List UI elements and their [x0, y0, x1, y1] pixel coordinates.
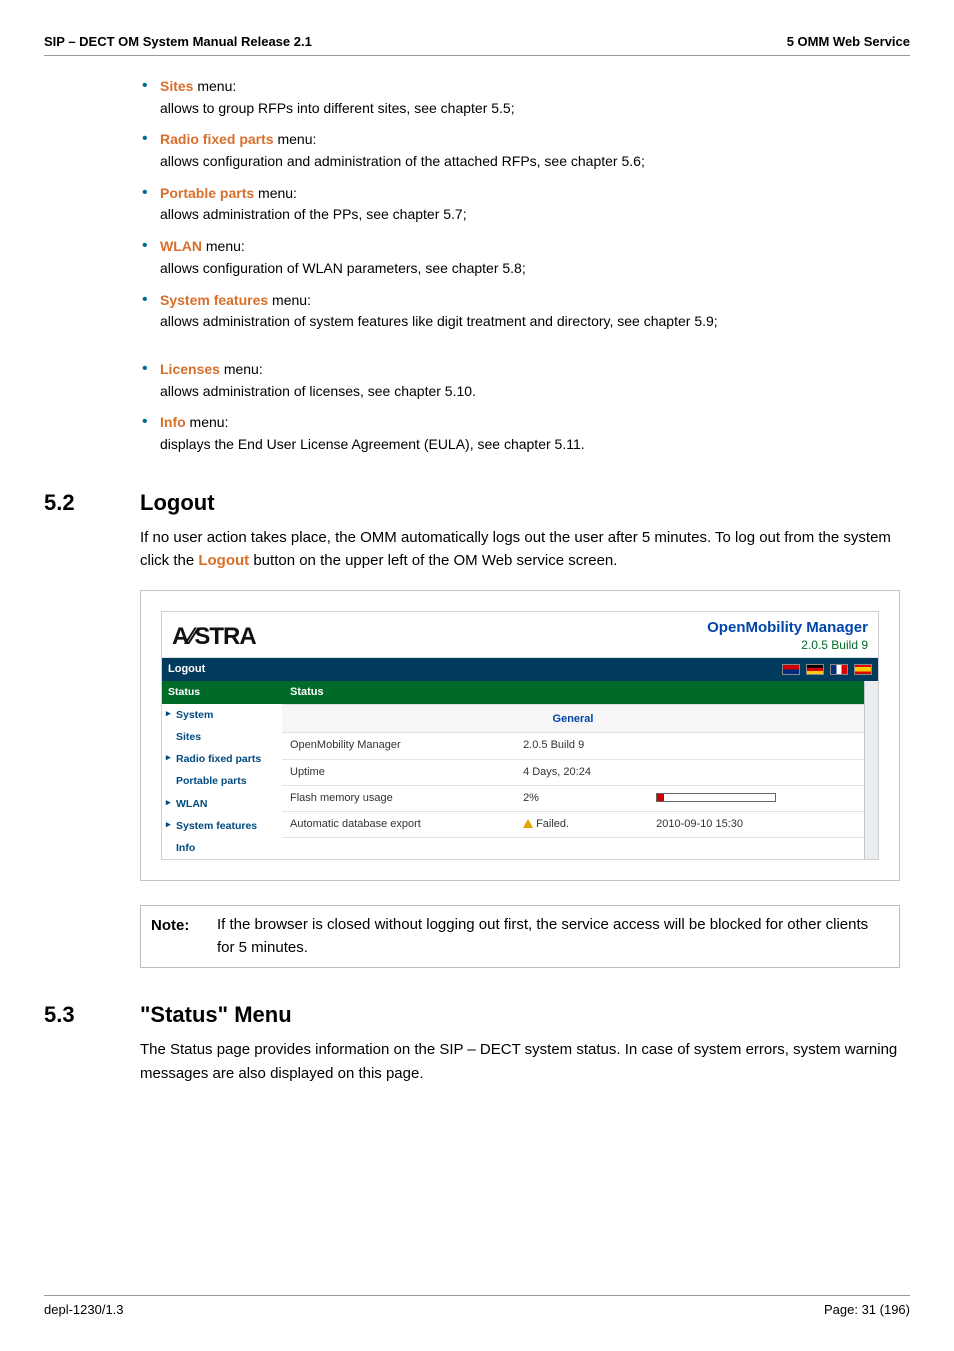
warning-icon [523, 819, 533, 828]
table-row: Uptime4 Days, 20:24 [282, 759, 864, 785]
section-5-2-heading: 5.2 Logout [44, 490, 910, 516]
aastra-logo: A∕∕STRA [172, 618, 256, 655]
section-5-2-body: If no user action takes place, the OMM a… [44, 526, 910, 969]
menu-list-1: Sites menu:allows to group RFPs into dif… [140, 76, 900, 333]
header-right: 5 OMM Web Service [787, 34, 910, 49]
menu-desc: allows to group RFPs into different site… [160, 100, 515, 116]
shot-sidebar: Status System Sites Radio fixed parts Po… [162, 681, 282, 859]
menu-desc: allows administration of the PPs, see ch… [160, 206, 467, 222]
nav-wlan[interactable]: WLAN [162, 793, 282, 815]
nav-rfp[interactable]: Radio fixed parts [162, 748, 282, 770]
menu-desc: allows configuration and administration … [160, 153, 645, 169]
nav-sites[interactable]: Sites [162, 726, 282, 748]
section-5-3-heading: 5.3 "Status" Menu [44, 1002, 910, 1028]
omm-version: 2.0.5 Build 9 [801, 638, 868, 652]
section-title: "Status" Menu [140, 1002, 292, 1028]
list-item: Licenses menu:allows administration of l… [140, 359, 900, 402]
nav-pp[interactable]: Portable parts [162, 770, 282, 792]
nav-info[interactable]: Info [162, 837, 282, 859]
scrollbar[interactable] [864, 681, 878, 859]
table-row: Automatic database exportFailed.2010-09-… [282, 811, 864, 837]
menu-desc: allows administration of licenses, see c… [160, 383, 476, 399]
nav-system-features[interactable]: System features [162, 815, 282, 837]
list-item: Sites menu:allows to group RFPs into dif… [140, 76, 900, 119]
omm-screenshot: A∕∕STRA OpenMobility Manager 2.0.5 Build… [161, 611, 879, 860]
general-section-title: General [282, 704, 864, 733]
shot-main: Status General OpenMobility Manager2.0.5… [282, 681, 864, 859]
menu-term: System features [160, 292, 268, 308]
list-item: Info menu:displays the End User License … [140, 412, 900, 455]
progress-bar [656, 793, 776, 802]
menu-desc: allows administration of system features… [160, 313, 718, 329]
page-header: SIP – DECT OM System Manual Release 2.1 … [44, 34, 910, 56]
active-arrow-icon [282, 681, 292, 701]
flag-fr-icon[interactable] [830, 664, 848, 675]
menu-term: Sites [160, 78, 193, 94]
header-left: SIP – DECT OM System Manual Release 2.1 [44, 34, 312, 49]
omm-title: OpenMobility Manager 2.0.5 Build 9 [707, 620, 868, 653]
table-row: OpenMobility Manager2.0.5 Build 9 [282, 733, 864, 759]
nav-system[interactable]: System [162, 704, 282, 726]
menu-term: Radio fixed parts [160, 131, 274, 147]
note-box: Note: If the browser is closed without l… [140, 905, 900, 968]
flag-uk-icon[interactable] [782, 664, 800, 675]
note-label: Note: [141, 906, 217, 967]
status-table: OpenMobility Manager2.0.5 Build 9 Uptime… [282, 733, 864, 837]
flag-es-icon[interactable] [854, 664, 872, 675]
table-row: Flash memory usage2% [282, 785, 864, 811]
language-flags [779, 661, 872, 678]
shot-topbar: Logout [162, 658, 878, 681]
logout-link[interactable]: Logout [168, 661, 205, 678]
menu-term: Licenses [160, 361, 220, 377]
list-item: Portable parts menu:allows administratio… [140, 183, 900, 226]
list-item: Radio fixed parts menu:allows configurat… [140, 129, 900, 172]
menu-term: Portable parts [160, 185, 254, 201]
flag-de-icon[interactable] [806, 664, 824, 675]
menu-list-2: Licenses menu:allows administration of l… [140, 359, 900, 456]
menu-term: WLAN [160, 238, 202, 254]
list-item: System features menu:allows administrati… [140, 290, 900, 333]
list-item: WLAN menu:allows configuration of WLAN p… [140, 236, 900, 279]
logout-term: Logout [198, 552, 249, 569]
section-5-3-body: The Status page provides information on … [44, 1038, 910, 1085]
section-number: 5.2 [44, 490, 140, 516]
menu-term: Info [160, 414, 186, 430]
menu-desc: displays the End User License Agreement … [160, 436, 585, 452]
footer-right: Page: 31 (196) [824, 1302, 910, 1317]
section-title: Logout [140, 490, 215, 516]
nav-status[interactable]: Status [162, 681, 282, 703]
section-number: 5.3 [44, 1002, 140, 1028]
screenshot-frame: A∕∕STRA OpenMobility Manager 2.0.5 Build… [140, 590, 900, 881]
shot-header: A∕∕STRA OpenMobility Manager 2.0.5 Build… [162, 612, 878, 658]
footer-left: depl-1230/1.3 [44, 1302, 124, 1317]
note-text: If the browser is closed without logging… [217, 906, 899, 967]
page-footer: depl-1230/1.3 Page: 31 (196) [44, 1295, 910, 1317]
menu-desc: allows configuration of WLAN parameters,… [160, 260, 526, 276]
main-greenbar: Status [282, 681, 864, 704]
